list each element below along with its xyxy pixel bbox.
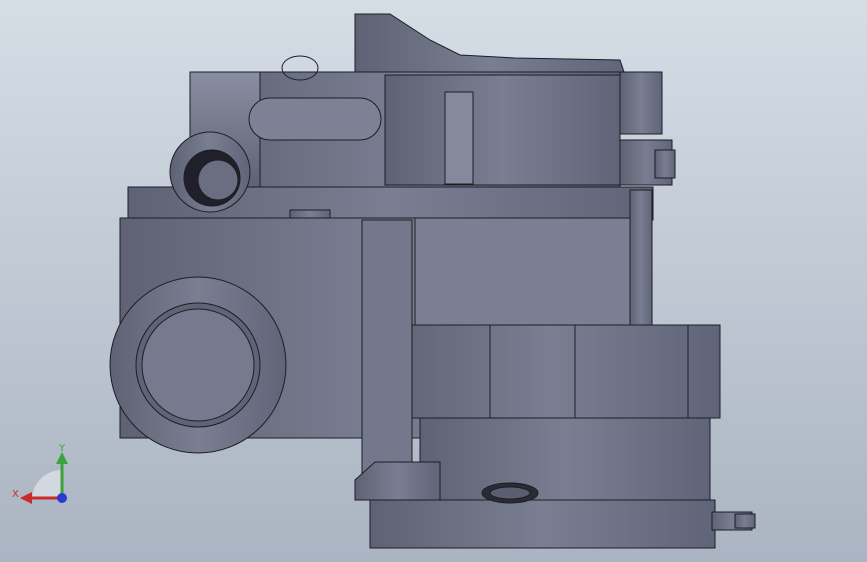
top-cover <box>354 13 626 76</box>
vertical-pipe <box>361 219 413 491</box>
z-axis-dot <box>57 493 67 503</box>
x-axis-label: X <box>12 489 19 500</box>
graphics-viewport[interactable]: Y X <box>0 0 867 562</box>
y-axis-label: Y <box>58 443 66 454</box>
x-axis-arrow <box>20 492 32 504</box>
upper-tube <box>248 97 382 141</box>
axis-triad: Y X <box>12 443 68 504</box>
side-pin <box>444 91 474 185</box>
base-block <box>419 417 711 509</box>
float-bowl <box>381 324 721 419</box>
right-boss <box>619 71 663 135</box>
carburetor-3d-model[interactable] <box>0 0 867 562</box>
